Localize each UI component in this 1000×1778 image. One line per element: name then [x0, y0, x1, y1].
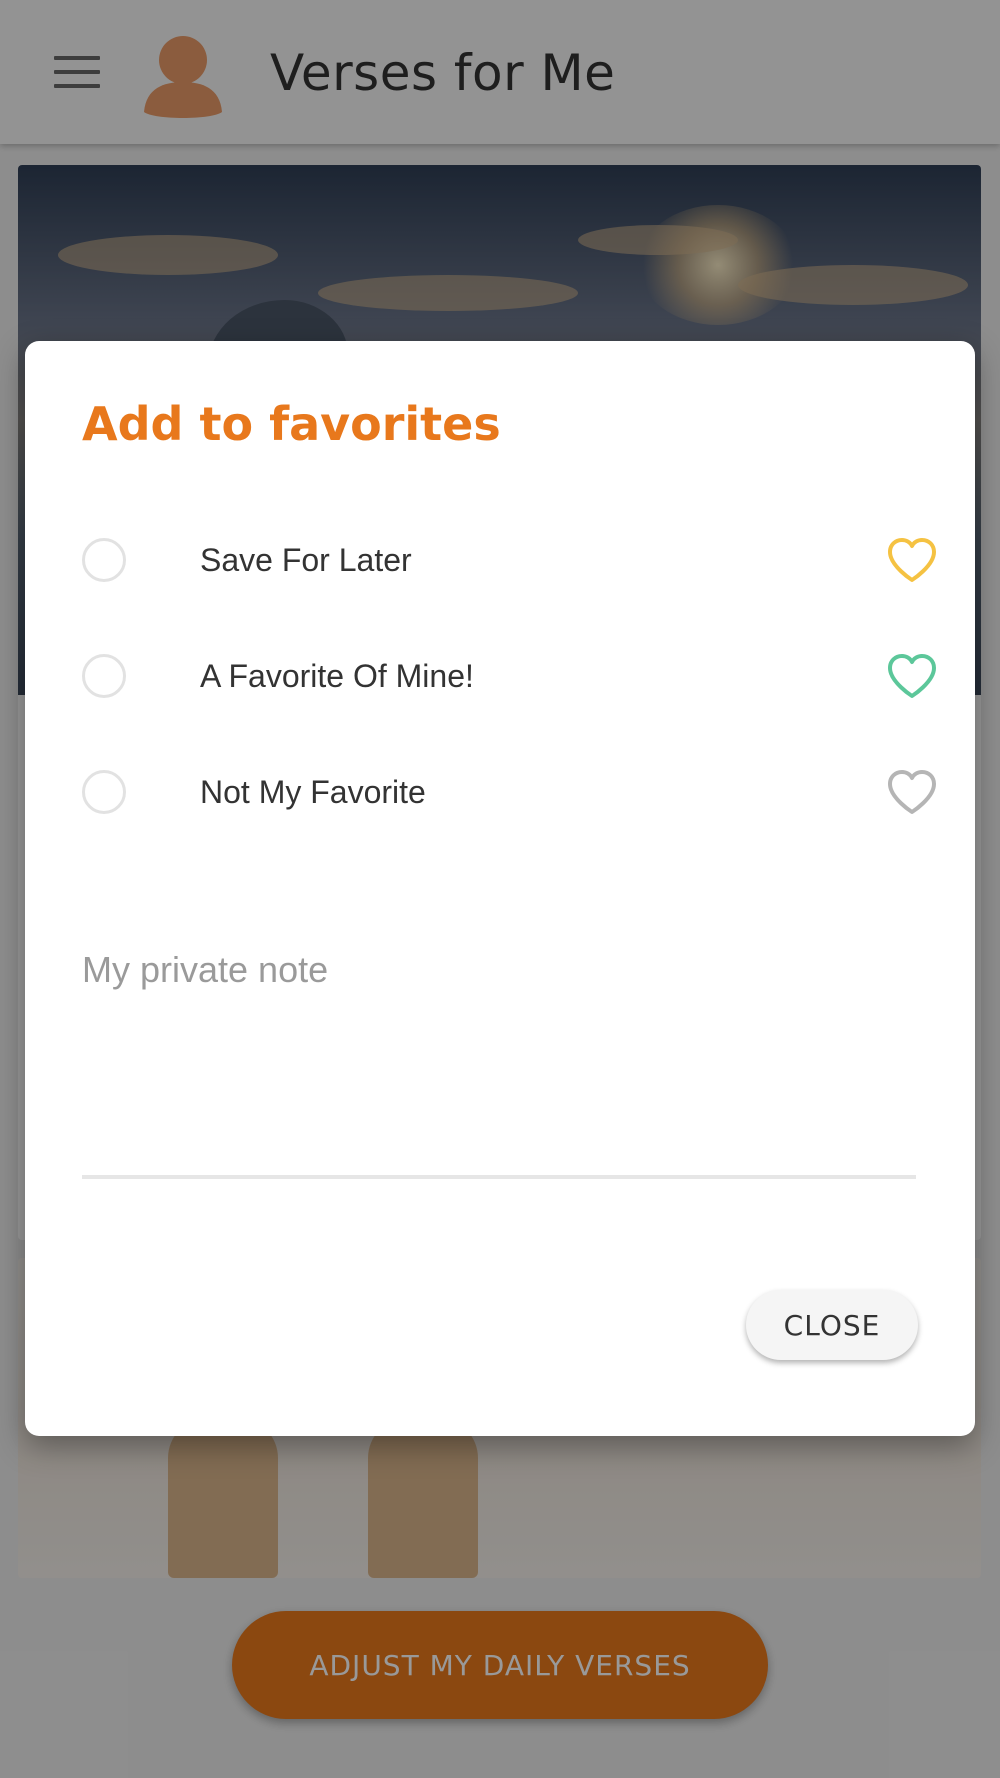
favorites-dialog: Add to favorites Save For Later A Favori…	[25, 341, 975, 1436]
option-save-for-later[interactable]: Save For Later	[82, 528, 938, 598]
close-button[interactable]: CLOSE	[746, 1290, 918, 1360]
option-not-my-favorite[interactable]: Not My Favorite	[82, 760, 938, 830]
private-note-input[interactable]: My private note	[82, 949, 328, 991]
option-label: Save For Later	[200, 542, 412, 578]
heart-outline-icon	[888, 654, 936, 698]
note-underline	[82, 1175, 916, 1179]
radio-button[interactable]	[82, 538, 126, 582]
option-label: A Favorite Of Mine!	[200, 658, 474, 694]
radio-button[interactable]	[82, 654, 126, 698]
heart-outline-icon	[888, 538, 936, 582]
option-favorite-of-mine[interactable]: A Favorite Of Mine!	[82, 644, 938, 714]
dialog-title: Add to favorites	[82, 397, 501, 451]
radio-button[interactable]	[82, 770, 126, 814]
option-label: Not My Favorite	[200, 774, 426, 810]
heart-outline-icon	[888, 770, 936, 814]
